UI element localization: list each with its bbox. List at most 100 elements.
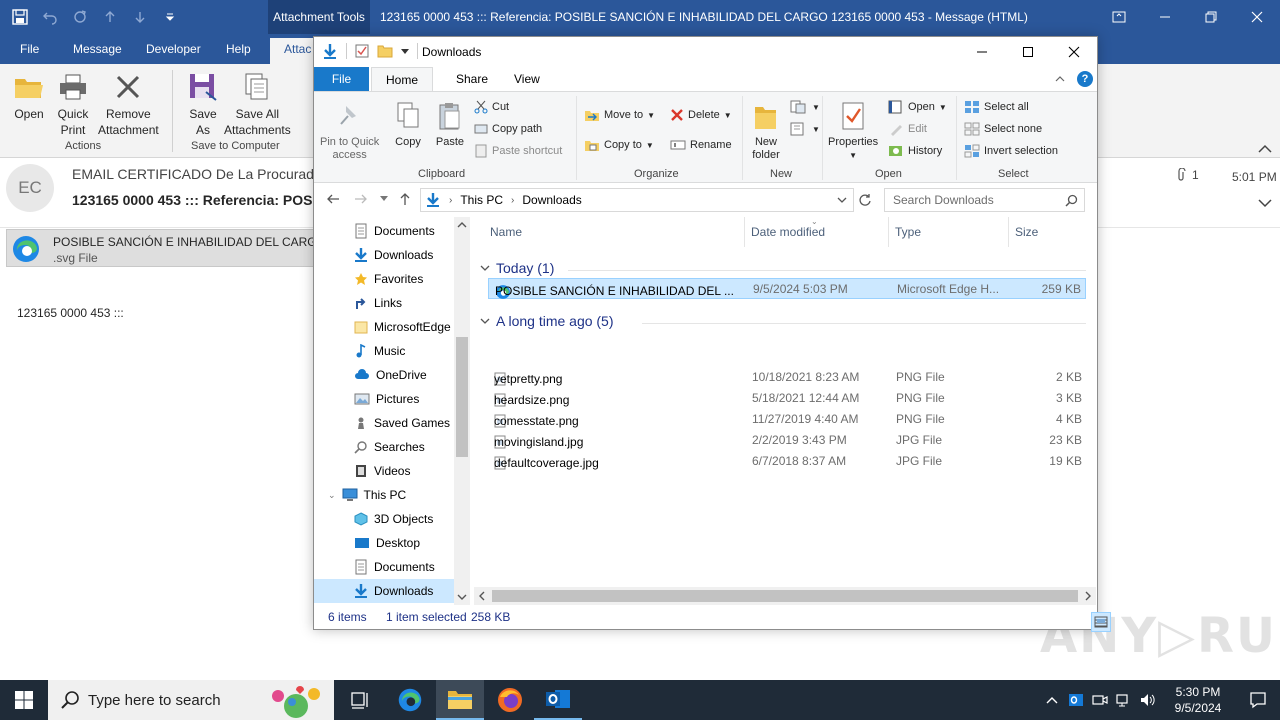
- open-button[interactable]: Open: [12, 70, 46, 122]
- group-header-older[interactable]: A long time ago (5): [480, 313, 614, 329]
- refresh-icon[interactable]: [858, 193, 872, 207]
- notifications-icon[interactable]: [1236, 680, 1280, 720]
- scroll-down-icon[interactable]: [457, 593, 467, 601]
- scroll-right-icon[interactable]: [1084, 591, 1092, 601]
- column-divider[interactable]: [1008, 217, 1009, 247]
- nav-item-microsoftedge[interactable]: MicrosoftEdge: [354, 315, 454, 339]
- column-divider[interactable]: [888, 217, 889, 247]
- breadcrumb-this-pc[interactable]: This PC: [460, 193, 503, 207]
- properties-button[interactable]: Properties ▼: [828, 98, 878, 162]
- search-input[interactable]: Search Downloads: [884, 188, 1085, 212]
- tab-share[interactable]: Share: [442, 67, 502, 91]
- copy-to-button[interactable]: Copy to ▼: [584, 138, 654, 152]
- minimize-icon[interactable]: [959, 37, 1005, 67]
- save-as-button[interactable]: Save As: [186, 70, 220, 138]
- nav-item-documents[interactable]: Documents: [354, 219, 454, 243]
- taskbar-search-input[interactable]: Type here to search: [48, 680, 334, 720]
- tab-view[interactable]: View: [500, 67, 554, 91]
- new-folder-qat-icon[interactable]: [377, 44, 393, 58]
- maximize-icon[interactable]: [1005, 37, 1051, 67]
- help-icon[interactable]: ?: [1077, 71, 1093, 87]
- meet-now-icon[interactable]: [1088, 680, 1112, 720]
- forward-arrow-icon[interactable]: [354, 192, 368, 206]
- horizontal-scrollbar[interactable]: [474, 587, 1096, 605]
- move-to-button[interactable]: Move to ▼: [584, 108, 655, 122]
- nav-item-pictures[interactable]: Pictures: [354, 387, 454, 411]
- nav-item-this-pc[interactable]: ⌄ This PC: [328, 483, 454, 507]
- invert-selection-button[interactable]: Invert selection: [964, 144, 1058, 158]
- easy-access-button[interactable]: ▼: [790, 122, 820, 136]
- start-button[interactable]: [0, 680, 48, 720]
- file-row[interactable]: yetpretty.png 10/18/2021 8:23 AM PNG Fil…: [488, 367, 1086, 388]
- nav-item-downloads[interactable]: Downloads: [354, 243, 454, 267]
- remove-attachment-button[interactable]: Remove Attachment: [98, 70, 159, 138]
- history-button[interactable]: History: [888, 144, 942, 158]
- file-row[interactable]: comesstate.png 11/27/2019 4:40 AM PNG Fi…: [488, 409, 1086, 430]
- nav-item-saved-games[interactable]: Saved Games: [354, 411, 454, 435]
- file-row[interactable]: movingisland.jpg 2/2/2019 3:43 PM JPG Fi…: [488, 430, 1086, 451]
- tab-file[interactable]: File: [20, 42, 39, 56]
- outlook-tray-icon[interactable]: [1064, 680, 1088, 720]
- address-dropdown-icon[interactable]: [837, 195, 847, 205]
- taskbar-file-explorer[interactable]: [436, 680, 484, 720]
- nav-item-desktop[interactable]: Desktop: [354, 531, 454, 555]
- rename-button[interactable]: Rename: [670, 138, 732, 152]
- chevron-up-icon[interactable]: [1258, 144, 1272, 154]
- column-header-date[interactable]: Date modified: [751, 225, 825, 239]
- copy-button[interactable]: Copy: [392, 98, 424, 149]
- close-icon[interactable]: [1234, 0, 1280, 34]
- taskbar-firefox[interactable]: [486, 680, 534, 720]
- column-header-size[interactable]: Size: [1015, 225, 1038, 239]
- save-icon[interactable]: [10, 7, 30, 27]
- chevron-down-icon[interactable]: [1258, 198, 1272, 208]
- paste-shortcut-button[interactable]: Paste shortcut: [474, 144, 562, 158]
- network-icon[interactable]: [1112, 680, 1136, 720]
- clock[interactable]: 5:30 PM 9/5/2024: [1160, 684, 1236, 716]
- chevron-up-icon[interactable]: [1040, 680, 1064, 720]
- new-item-button[interactable]: ▼: [790, 100, 820, 114]
- nav-item-links[interactable]: Links: [354, 291, 454, 315]
- scroll-up-icon[interactable]: [457, 221, 467, 229]
- up-arrow-icon[interactable]: [398, 192, 412, 206]
- select-none-button[interactable]: Select none: [964, 122, 1042, 136]
- task-view-button[interactable]: [336, 680, 384, 720]
- nav-scroll-thumb[interactable]: [456, 337, 468, 457]
- nav-item-searches[interactable]: Searches: [354, 435, 454, 459]
- arrow-up-icon[interactable]: [100, 7, 120, 27]
- save-all-attachments-button[interactable]: Save All Attachments: [224, 70, 291, 138]
- ribbon-display-options-icon[interactable]: [1096, 0, 1142, 34]
- scroll-left-icon[interactable]: [478, 591, 486, 601]
- copy-path-button[interactable]: Copy path: [474, 122, 542, 136]
- back-arrow-icon[interactable]: [326, 192, 340, 206]
- tab-home[interactable]: Home: [371, 67, 434, 91]
- breadcrumb-downloads[interactable]: Downloads: [522, 193, 581, 207]
- volume-icon[interactable]: [1136, 680, 1160, 720]
- arrow-down-icon[interactable]: [130, 7, 150, 27]
- nav-scrollbar[interactable]: [454, 217, 470, 605]
- sender-name[interactable]: EMAIL CERTIFICADO De La Procuradu: [72, 166, 322, 182]
- edit-button[interactable]: Edit: [888, 122, 927, 136]
- attachment-chip[interactable]: POSIBLE SANCIÓN E INHABILIDAD DEL CARGO.…: [6, 229, 335, 267]
- nav-item-3d-objects[interactable]: 3D Objects: [354, 507, 454, 531]
- file-row[interactable]: defaultcoverage.jpg 6/7/2018 8:37 AM JPG…: [488, 451, 1086, 472]
- taskbar-edge[interactable]: [386, 680, 434, 720]
- file-row[interactable]: heardsize.png 5/18/2021 12:44 AM PNG Fil…: [488, 388, 1086, 409]
- nav-item-favorites[interactable]: Favorites: [354, 267, 454, 291]
- paste-button[interactable]: Paste: [434, 98, 466, 149]
- nav-item-documents-pc[interactable]: Documents: [354, 555, 454, 579]
- tab-file[interactable]: File: [314, 67, 369, 91]
- column-divider[interactable]: [744, 217, 745, 247]
- new-folder-button[interactable]: New folder: [750, 98, 782, 162]
- recent-locations-icon[interactable]: [380, 196, 388, 202]
- address-input[interactable]: › This PC › Downloads: [420, 188, 854, 212]
- column-header-type[interactable]: Type: [895, 225, 921, 239]
- horizontal-scroll-thumb[interactable]: [492, 590, 1078, 602]
- nav-item-onedrive[interactable]: OneDrive: [354, 363, 454, 387]
- select-all-button[interactable]: Select all: [964, 100, 1029, 114]
- customize-qat-icon[interactable]: [160, 7, 180, 27]
- nav-item-music[interactable]: Music: [354, 339, 454, 363]
- quick-print-button[interactable]: Quick Print: [56, 70, 90, 138]
- tab-developer[interactable]: Developer: [146, 42, 201, 56]
- minimize-icon[interactable]: [1142, 0, 1188, 34]
- column-header-name[interactable]: Name: [490, 225, 522, 239]
